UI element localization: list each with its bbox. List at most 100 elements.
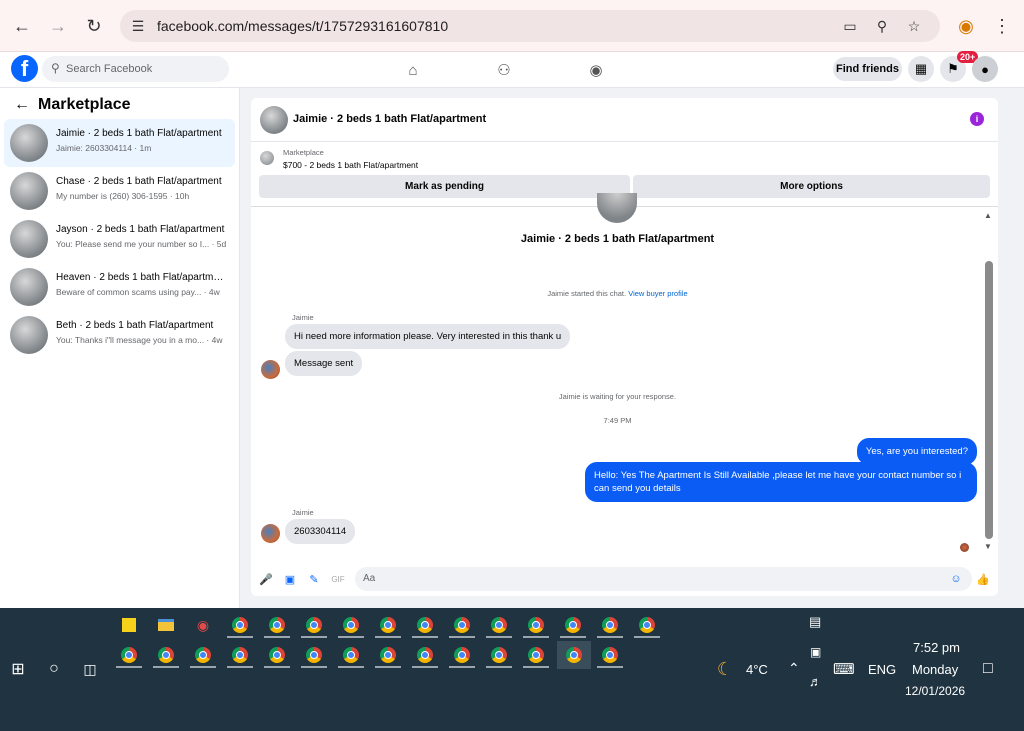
site-settings-icon[interactable]: ☰ xyxy=(128,16,148,36)
conversation-item[interactable]: Jaimie · 2 beds 1 bath Flat/apartment Ja… xyxy=(4,119,235,167)
chrome-icon[interactable] xyxy=(564,616,582,634)
groups-icon[interactable]: ◉ xyxy=(586,60,606,80)
chrome-icon[interactable] xyxy=(231,646,249,664)
chrome-icon[interactable] xyxy=(453,616,471,634)
clock-day[interactable]: Monday xyxy=(912,662,958,677)
message-input-placeholder: Aa xyxy=(363,573,376,584)
marketplace-sidebar: ← Marketplace Jaimie · 2 beds 1 bath Fla… xyxy=(0,88,240,608)
chrome-icon[interactable] xyxy=(268,616,286,634)
back-icon[interactable]: ← xyxy=(10,14,34,38)
conversation-title: Heaven · 2 beds 1 bath Flat/apartment xyxy=(56,272,226,283)
facebook-logo-icon[interactable]: f xyxy=(11,55,38,82)
photo-icon[interactable]: ▣ xyxy=(283,572,297,586)
reload-icon[interactable]: ↻ xyxy=(82,14,106,38)
conversation-item[interactable]: Heaven · 2 beds 1 bath Flat/apartment Be… xyxy=(4,263,235,311)
chrome-icon[interactable] xyxy=(268,646,286,664)
chrome-icon[interactable] xyxy=(157,646,175,664)
outgoing-message[interactable]: Hello: Yes The Apartment Is Still Availa… xyxy=(585,462,977,502)
install-app-icon[interactable]: ▭ xyxy=(840,16,860,36)
chrome-icon[interactable] xyxy=(601,646,619,664)
chrome-icon[interactable] xyxy=(416,616,434,634)
weather-temperature[interactable]: 4°C xyxy=(746,662,768,677)
chrome-icon[interactable] xyxy=(379,646,397,664)
chrome-icon[interactable] xyxy=(527,646,545,664)
scroll-down-icon[interactable]: ▼ xyxy=(984,542,992,551)
chrome-icon[interactable] xyxy=(120,646,138,664)
chrome-icon[interactable] xyxy=(231,616,249,634)
conversation-title: Jaimie · 2 beds 1 bath Flat/apartment xyxy=(56,128,222,139)
conversation-item[interactable]: Chase · 2 beds 1 bath Flat/apartment My … xyxy=(4,167,235,215)
conversation-preview: Jaimie: 2603304114 · 1m xyxy=(56,143,152,153)
windows-start-icon[interactable]: ⊞ xyxy=(9,660,27,678)
keyboard-icon[interactable]: ⌨ xyxy=(833,660,855,678)
more-options-button[interactable]: More options xyxy=(633,175,990,198)
message-input[interactable]: Aa xyxy=(355,567,972,591)
avatar xyxy=(597,193,637,223)
conversation-item[interactable]: Beth · 2 beds 1 bath Flat/apartment You:… xyxy=(4,311,235,359)
chrome-icon[interactable] xyxy=(527,616,545,634)
incoming-message[interactable]: 2603304114 xyxy=(285,519,356,544)
view-buyer-profile-link[interactable]: View buyer profile xyxy=(628,289,687,298)
chevron-up-icon[interactable]: ⌃ xyxy=(788,660,800,677)
chrome-icon[interactable] xyxy=(490,616,508,634)
notification-center-icon[interactable]: □ xyxy=(983,660,993,678)
friends-icon[interactable]: ⚇ xyxy=(494,60,514,80)
outgoing-message[interactable]: Yes, are you interested? xyxy=(856,438,977,465)
chat-title[interactable]: Jaimie · 2 beds 1 bath Flat/apartment xyxy=(293,113,486,125)
incoming-message[interactable]: Hi need more information please. Very in… xyxy=(285,324,571,349)
weather-moon-icon[interactable]: ☾ xyxy=(716,659,734,679)
menu-grid-icon[interactable]: ▦ xyxy=(908,56,934,82)
chrome-icon[interactable] xyxy=(342,646,360,664)
account-avatar[interactable]: ● xyxy=(972,56,998,82)
language-indicator[interactable]: ENG xyxy=(868,662,896,677)
find-friends-button[interactable]: Find friends xyxy=(833,57,902,81)
chrome-icon[interactable] xyxy=(305,616,323,634)
chrome-icon[interactable] xyxy=(453,646,471,664)
chrome-icon[interactable] xyxy=(601,616,619,634)
chrome-icon[interactable] xyxy=(379,616,397,634)
chrome-icon[interactable] xyxy=(194,646,212,664)
forward-icon[interactable]: → xyxy=(46,14,70,38)
back-arrow-icon[interactable]: ← xyxy=(14,96,30,114)
microphone-icon[interactable]: 🎤 xyxy=(259,572,273,586)
chrome-icon-active[interactable] xyxy=(557,641,591,669)
bookmark-star-icon[interactable]: ☆ xyxy=(904,16,924,36)
conversation-preview: Beware of common scams using pay... · 4w xyxy=(56,287,220,297)
incoming-message[interactable]: Message sent xyxy=(285,351,363,376)
scroll-up-icon[interactable]: ▲ xyxy=(984,211,992,220)
avatar[interactable] xyxy=(261,360,280,379)
chrome-icon[interactable] xyxy=(638,616,656,634)
paint-icon[interactable]: ◉ xyxy=(194,616,212,634)
avatar[interactable] xyxy=(261,524,280,543)
menu-kebab-icon[interactable]: ⋮ xyxy=(990,14,1014,38)
home-icon[interactable]: ⌂ xyxy=(403,60,423,80)
emoji-icon[interactable]: ☺ xyxy=(949,572,963,586)
chrome-icon[interactable] xyxy=(416,646,434,664)
clock-time[interactable]: 7:52 pm xyxy=(913,640,960,655)
info-icon[interactable]: i xyxy=(970,112,984,126)
avatar[interactable] xyxy=(260,106,288,134)
chrome-icon[interactable] xyxy=(342,616,360,634)
file-explorer-icon[interactable] xyxy=(157,616,175,634)
chrome-icon[interactable] xyxy=(305,646,323,664)
camera-icon[interactable]: ▣ xyxy=(810,645,821,659)
clock-date[interactable]: 12/01/2026 xyxy=(905,684,965,698)
profile-icon[interactable]: ◉ xyxy=(954,14,978,38)
network-icon[interactable]: ▤ xyxy=(809,614,821,630)
volume-icon[interactable]: ♬ xyxy=(809,674,822,689)
mark-as-pending-button[interactable]: Mark as pending xyxy=(259,175,630,198)
listing-title[interactable]: $700 - 2 beds 1 bath Flat/apartment xyxy=(283,160,418,170)
thumbs-up-icon[interactable]: 👍 xyxy=(976,572,990,586)
address-bar[interactable]: ☰ facebook.com/messages/t/17572931616078… xyxy=(120,10,940,42)
scrollbar-thumb[interactable] xyxy=(985,261,993,539)
conversation-item[interactable]: Jayson · 2 beds 1 bath Flat/apartment Yo… xyxy=(4,215,235,263)
url-text[interactable]: facebook.com/messages/t/1757293161607810 xyxy=(157,18,448,34)
sticky-notes-icon[interactable] xyxy=(120,616,138,634)
zoom-icon[interactable]: ⚲ xyxy=(872,16,892,36)
sticker-icon[interactable]: ✎ xyxy=(307,572,321,586)
search-circle-icon[interactable]: ○ xyxy=(45,660,63,678)
task-view-icon[interactable]: ◫ xyxy=(81,660,99,678)
chrome-icon[interactable] xyxy=(490,646,508,664)
search-input[interactable]: ⚲ Search Facebook xyxy=(42,56,229,82)
gif-icon[interactable]: GIF xyxy=(331,572,345,586)
